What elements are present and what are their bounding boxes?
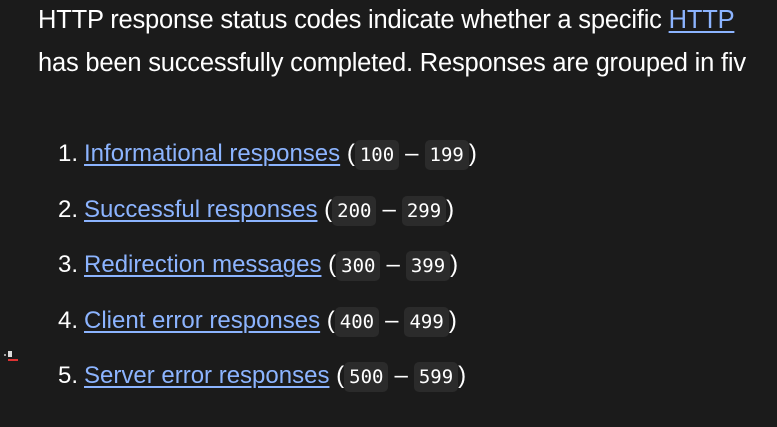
status-class-link[interactable]: Successful responses — [84, 196, 317, 223]
list-item: 4. Client error responses (400–499) — [58, 306, 477, 363]
range-end: 499 — [404, 306, 449, 337]
close-paren: ) — [446, 195, 455, 223]
list-item: 2. Successful responses (200–299) — [58, 195, 477, 252]
item-number: 4. — [58, 306, 79, 334]
close-paren: ) — [458, 362, 467, 390]
status-class-link[interactable]: Server error responses — [84, 362, 329, 389]
range-dash: – — [394, 362, 408, 390]
list-item: 1. Informational responses (100–199) — [58, 140, 477, 196]
item-number: 2. — [58, 195, 79, 223]
status-class-link[interactable]: Client error responses — [84, 307, 320, 334]
open-paren: ( — [326, 306, 335, 334]
range-dash: – — [382, 195, 396, 223]
status-class-link[interactable]: Redirection messages — [84, 251, 321, 278]
range-end: 599 — [413, 362, 459, 393]
close-paren: ) — [468, 140, 477, 167]
open-paren: ( — [324, 195, 333, 223]
open-paren: ( — [336, 362, 345, 390]
list-item: 5. Server error responses (500–599) — [58, 362, 477, 418]
item-number: 5. — [58, 362, 79, 390]
open-paren: ( — [346, 140, 355, 167]
range-start: 100 — [354, 140, 400, 170]
range-start: 300 — [336, 251, 381, 282]
intro-line-2: has been successfully completed. Respons… — [38, 49, 746, 77]
item-number: 1. — [58, 140, 79, 167]
range-end: 399 — [405, 251, 451, 282]
close-paren: ) — [448, 306, 457, 334]
status-class-list: 1. Informational responses (100–199) 2. Suc… — [58, 140, 477, 418]
list-item: 3. Redirection messages (300–399) — [58, 251, 477, 307]
range-end: 299 — [401, 195, 447, 226]
range-end: 199 — [424, 140, 469, 170]
range-start: 400 — [334, 306, 380, 337]
range-start: 200 — [332, 195, 377, 226]
intro-text: HTTP response status codes indicate whet… — [38, 6, 669, 34]
close-paren: ) — [450, 251, 459, 279]
open-paren: ( — [328, 251, 337, 279]
range-dash: – — [385, 306, 399, 334]
range-dash: – — [386, 251, 400, 279]
range-start: 500 — [344, 362, 389, 393]
intro-line-1: HTTP response status codes indicate whet… — [38, 6, 735, 35]
cursor-icon — [4, 351, 18, 361]
status-class-link[interactable]: Informational responses — [84, 140, 340, 167]
item-number: 3. — [58, 251, 79, 279]
range-dash: – — [405, 140, 419, 167]
http-link[interactable]: HTTP — [669, 6, 735, 34]
